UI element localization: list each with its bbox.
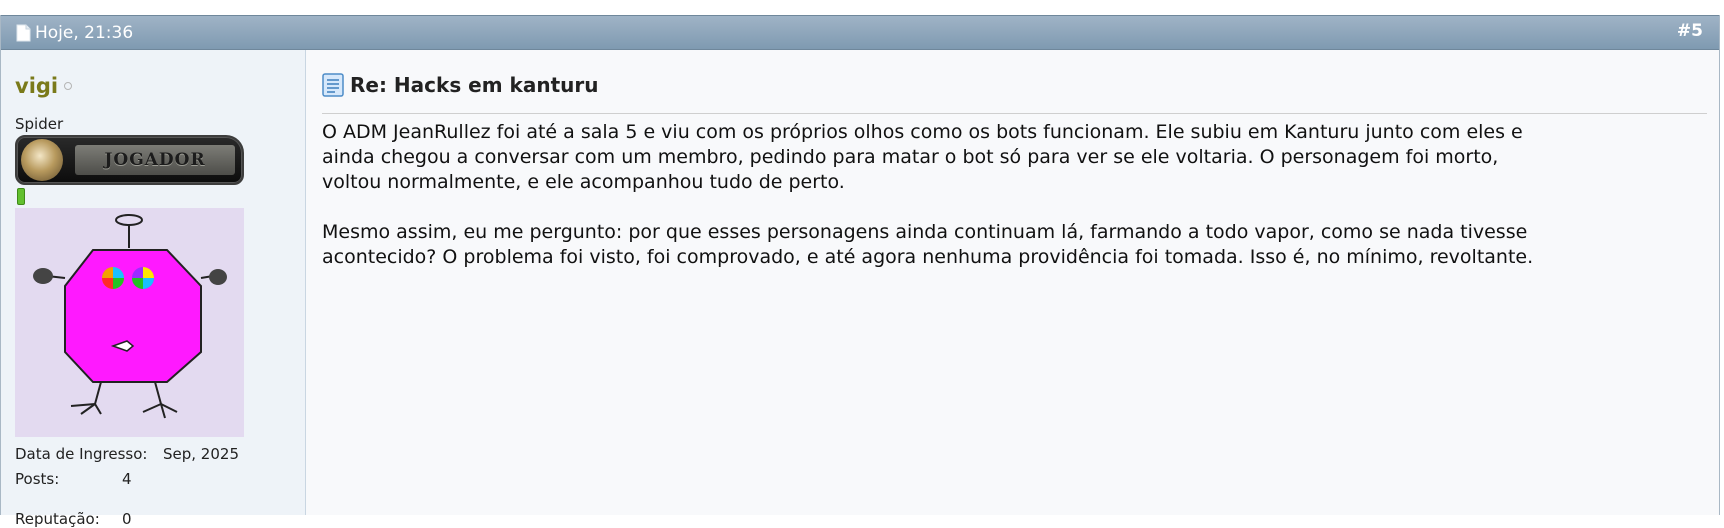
avatar[interactable] [15,208,244,437]
document-icon [16,24,31,42]
avatar-drawing [33,214,227,419]
post-title: Re: Hacks em kanturu [350,73,599,97]
message-line: ainda chegou a conversar com um membro, … [322,146,1499,168]
rank-badge: JOGADOR [15,135,244,185]
post-title-row: Re: Hacks em kanturu [322,73,599,97]
rank-plate: JOGADOR [75,145,235,175]
stat-value: Sep, 2025 [163,445,239,463]
post-message: O ADM JeanRullez foi até a sala 5 e viu … [322,120,1717,295]
post-number-link[interactable]: #5 [1677,21,1703,41]
rank-label: JOGADOR [104,150,206,170]
reputation-bar[interactable] [17,188,25,205]
post-title-icon [322,73,344,97]
message-line: O ADM JeanRullez foi até a sala 5 e viu … [322,121,1523,143]
stat-label: Data de Ingresso: [15,445,148,463]
stat-posts: Posts: 4 [15,470,132,488]
username-row: vigi [15,74,73,98]
post-date-text: Hoje, 21:36 [35,23,134,43]
message-line: acontecido? O problema foi visto, foi co… [322,246,1534,268]
stat-join-date: Data de Ingresso: Sep, 2025 [15,445,239,463]
message-paragraph: Mesmo assim, eu me pergunto: por que ess… [322,220,1717,270]
username-link[interactable]: vigi [15,74,58,98]
post-date: Hoje, 21:36 [16,22,133,44]
user-title: Spider [15,115,64,133]
offline-status-icon [64,82,73,90]
title-divider [322,113,1707,114]
message-line: voltou normalmente, e ele acompanhou tud… [322,171,845,193]
stat-value: 4 [122,470,132,488]
user-info-sidebar: vigi Spider JOGADOR Data de Ingresso: Se… [1,50,306,528]
message-line: Mesmo assim, eu me pergunto: por que ess… [322,221,1528,243]
stat-reputation: Reputação: 0 [15,510,132,528]
stat-label: Reputação: [15,510,100,528]
post-header: Hoje, 21:36 #5 [1,15,1719,50]
stat-label: Posts: [15,470,60,488]
message-paragraph: O ADM JeanRullez foi até a sala 5 e viu … [322,120,1717,195]
stat-value: 0 [122,510,132,528]
rank-emblem-icon [21,139,63,181]
post-body: Re: Hacks em kanturu O ADM JeanRullez fo… [306,50,1719,515]
forum-post: Hoje, 21:36 #5 vigi Spider JOGADOR Data … [0,15,1720,528]
